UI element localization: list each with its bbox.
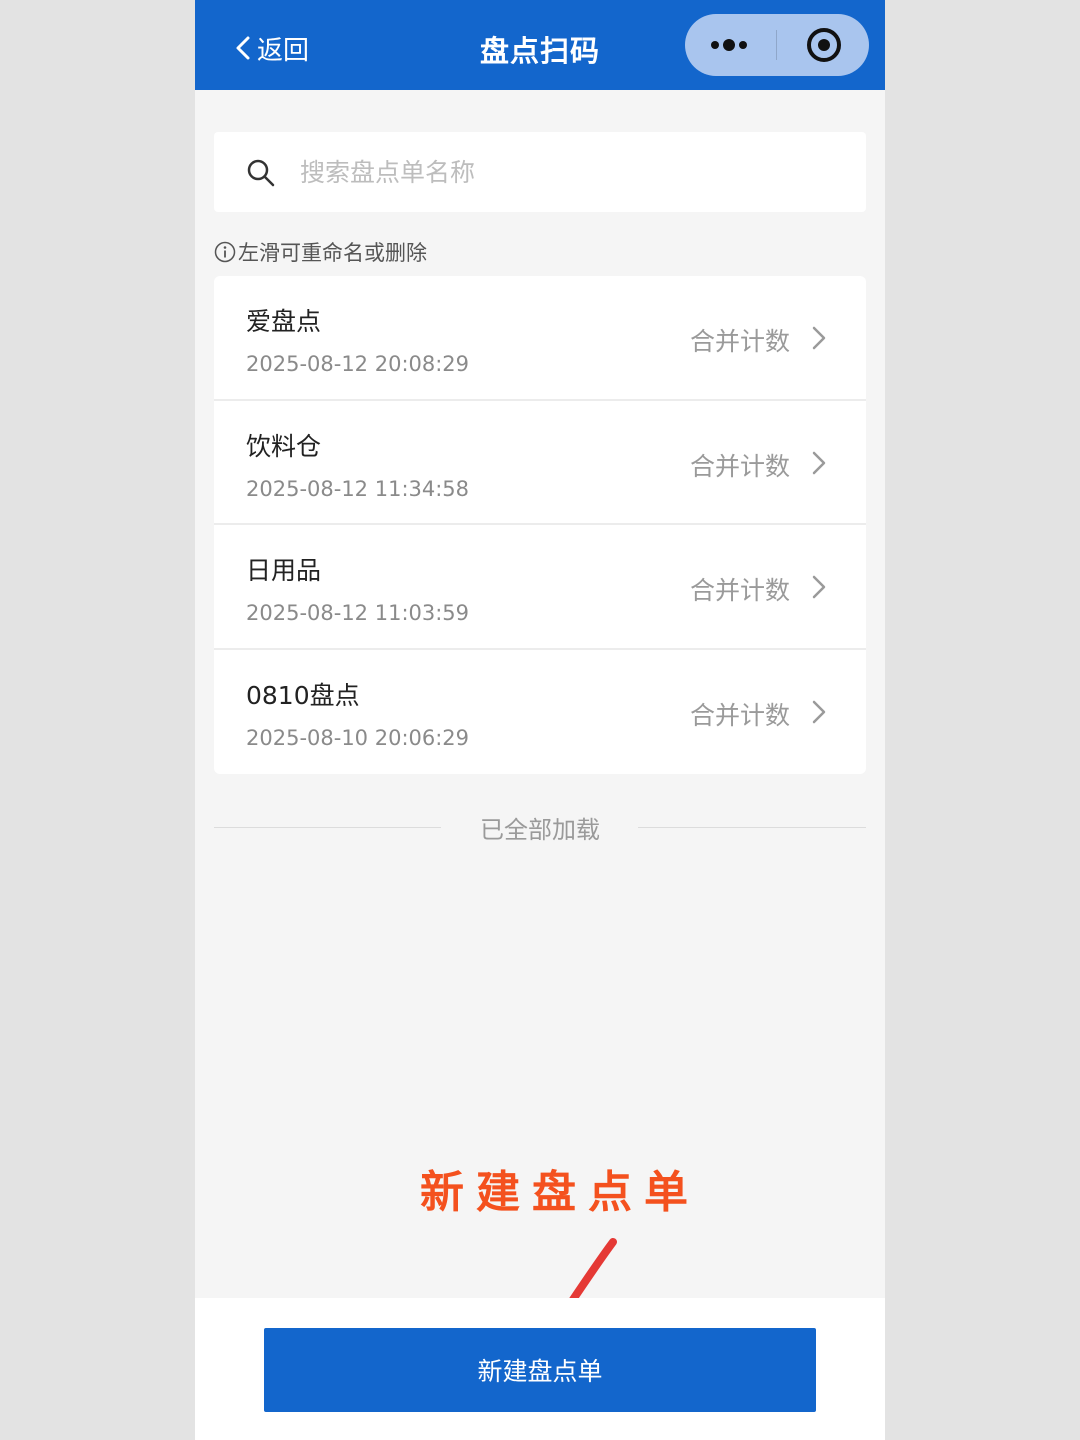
item-name: 日用品 <box>246 556 322 585</box>
item-time: 2025-08-12 20:08:29 <box>246 352 470 376</box>
capsule-menu <box>685 14 869 76</box>
inventory-list: 爱盘点 2025-08-12 20:08:29 合并计数 饮料仓 2025-08… <box>214 276 866 774</box>
item-time: 2025-08-12 11:34:58 <box>246 476 470 501</box>
footer-bar: 新建盘点单 <box>195 1298 885 1440</box>
back-label: 返回 <box>257 35 310 66</box>
list-item[interactable]: 爱盘点 2025-08-12 20:08:29 合并计数 <box>214 276 866 401</box>
more-button[interactable] <box>685 14 775 76</box>
target-circle-icon <box>807 28 841 62</box>
more-dots-icon <box>711 39 747 51</box>
back-button[interactable]: 返回 <box>231 28 309 68</box>
capsule-divider <box>776 30 777 60</box>
new-inventory-button[interactable]: 新建盘点单 <box>264 1328 816 1412</box>
info-icon <box>214 241 236 263</box>
chevron-right-icon <box>812 575 826 599</box>
list-item[interactable]: 饮料仓 2025-08-12 11:34:58 合并计数 <box>214 401 866 525</box>
search-input[interactable] <box>300 152 840 192</box>
list-item[interactable]: 0810盘点 2025-08-10 20:06:29 合并计数 <box>214 650 866 775</box>
item-time: 2025-08-12 11:03:59 <box>246 601 470 625</box>
annotation-label: 新建盘点单 <box>420 1167 700 1218</box>
search-icon <box>247 159 275 187</box>
phone-screen: 返回 盘点扫码 搜索盘点单名称 左滑可重命名或删除 爱盘点 2025-08-12… <box>195 0 885 1440</box>
merge-count-link[interactable]: 合并计数 <box>690 447 790 483</box>
divider-line <box>638 827 866 828</box>
chevron-right-icon <box>812 700 826 723</box>
merge-count-link[interactable]: 合并计数 <box>690 322 790 358</box>
item-name: 0810盘点 <box>246 680 360 710</box>
item-name: 饮料仓 <box>246 431 322 461</box>
item-time: 2025-08-10 20:06:29 <box>246 725 470 750</box>
navbar: 返回 盘点扫码 <box>195 0 885 90</box>
all-loaded-indicator: 已全部加载 <box>214 810 866 846</box>
swipe-hint-text: 左滑可重命名或删除 <box>238 241 427 265</box>
merge-count-link[interactable]: 合并计数 <box>690 571 790 607</box>
close-miniprogram-button[interactable] <box>779 14 869 76</box>
chevron-left-icon <box>236 36 250 60</box>
list-item[interactable]: 日用品 2025-08-12 11:03:59 合并计数 <box>214 525 866 650</box>
swipe-hint: 左滑可重命名或删除 <box>214 238 427 266</box>
search-bar <box>214 132 866 212</box>
chevron-right-icon <box>812 451 826 474</box>
merge-count-link[interactable]: 合并计数 <box>690 696 790 732</box>
item-name: 爱盘点 <box>246 307 322 336</box>
chevron-right-icon <box>812 326 826 350</box>
